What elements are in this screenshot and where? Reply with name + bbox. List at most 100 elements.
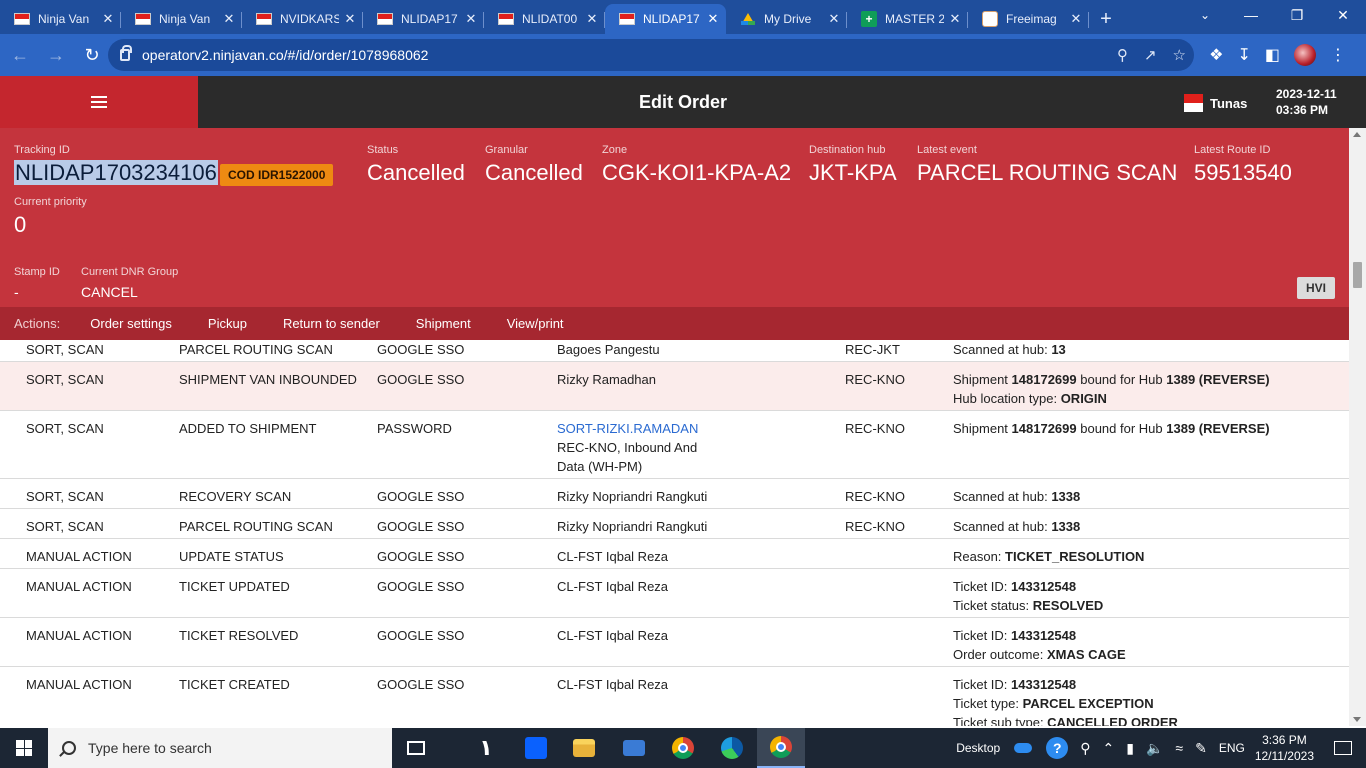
browser-tab[interactable]: NLIDAP17 ✕ bbox=[363, 4, 484, 34]
event-description-line: Hub location type: ORIGIN bbox=[953, 389, 1270, 408]
tab-close-icon[interactable]: ✕ bbox=[827, 11, 841, 27]
zoom-icon[interactable]: ⚲ bbox=[1117, 46, 1128, 64]
browser-tab[interactable]: Freeimag ✕ bbox=[968, 4, 1089, 34]
action-shipment[interactable]: Shipment bbox=[416, 316, 471, 331]
tab-title[interactable]: Freeimag bbox=[1006, 12, 1065, 26]
taskbar-app-chrome[interactable] bbox=[659, 728, 707, 768]
scrollbar-thumb[interactable] bbox=[1353, 262, 1362, 288]
tab-title[interactable]: NLIDAP17 bbox=[401, 12, 460, 26]
taskbar-search-placeholder[interactable]: Type here to search bbox=[88, 740, 212, 756]
tab-close-icon[interactable]: ✕ bbox=[101, 11, 115, 27]
share-icon[interactable]: ↗ bbox=[1144, 46, 1157, 64]
browser-tab[interactable]: + MASTER 2 ✕ bbox=[847, 4, 968, 34]
tray-chevron-up-icon[interactable]: ⌃ bbox=[1103, 740, 1115, 757]
language-indicator[interactable]: ENG bbox=[1219, 741, 1245, 755]
tab-close-icon[interactable]: ✕ bbox=[222, 11, 236, 27]
taskbar-date[interactable]: 12/11/2023 bbox=[1255, 748, 1314, 764]
zone-field: Zone CGK-KOI1-KPA-A2 bbox=[602, 144, 791, 186]
scroll-up-arrow-icon[interactable] bbox=[1353, 132, 1361, 137]
tab-close-icon[interactable]: ✕ bbox=[706, 11, 720, 27]
tab-title[interactable]: NVIDKARS bbox=[280, 12, 339, 26]
desktop-toolbar-label[interactable]: Desktop bbox=[956, 741, 1000, 755]
minimize-icon[interactable]: — bbox=[1228, 0, 1274, 30]
taskbar-clock[interactable]: 3:36 PM 12/11/2023 bbox=[1255, 732, 1314, 764]
tab-title[interactable]: NLIDAT00 bbox=[522, 12, 581, 26]
close-window-icon[interactable]: ✕ bbox=[1320, 0, 1366, 30]
tab-close-icon[interactable]: ✕ bbox=[343, 11, 357, 27]
task-view-button[interactable] bbox=[392, 728, 440, 768]
back-arrow-icon[interactable]: ← bbox=[4, 39, 36, 71]
folder-icon[interactable] bbox=[573, 739, 595, 757]
extensions-puzzle-icon[interactable]: ❖ bbox=[1209, 45, 1223, 65]
chrome-icon[interactable] bbox=[672, 737, 694, 759]
tab-title[interactable]: Ninja Van bbox=[38, 12, 97, 26]
taskbar-app-mail[interactable] bbox=[610, 728, 658, 768]
action-order-settings[interactable]: Order settings bbox=[90, 316, 172, 331]
url-text[interactable]: operatorv2.ninjavan.co/#/id/order/107896… bbox=[142, 47, 428, 63]
new-tab-button[interactable]: + bbox=[1089, 4, 1123, 34]
bolt-app-icon[interactable]: ١ bbox=[479, 735, 492, 761]
taskbar-app-edge[interactable] bbox=[708, 728, 756, 768]
tab-title[interactable]: Ninja Van bbox=[159, 12, 218, 26]
tab-close-icon[interactable]: ✕ bbox=[948, 11, 962, 27]
lock-icon[interactable] bbox=[120, 45, 132, 61]
side-panel-icon[interactable]: ◧ bbox=[1265, 45, 1280, 65]
hvi-button[interactable]: HVI bbox=[1297, 277, 1335, 299]
taskbar-app-dropbox[interactable] bbox=[512, 728, 560, 768]
windows-logo-icon[interactable] bbox=[16, 740, 32, 756]
scroll-down-arrow-icon[interactable] bbox=[1353, 717, 1361, 722]
country-name[interactable]: Tunas bbox=[1210, 96, 1247, 111]
chrome-profile-icon[interactable] bbox=[770, 736, 792, 758]
bookmark-star-icon[interactable]: ☆ bbox=[1173, 46, 1186, 64]
tab-close-icon[interactable]: ✕ bbox=[1069, 11, 1083, 27]
download-icon[interactable]: ↧ bbox=[1237, 45, 1250, 65]
help-icon[interactable]: ? bbox=[1046, 737, 1069, 759]
taskbar-search-box[interactable]: Type here to search bbox=[48, 728, 392, 768]
dnr-group-field: Current DNR Group CANCEL bbox=[81, 266, 178, 300]
start-button[interactable] bbox=[0, 728, 48, 768]
kebab-menu-icon[interactable]: ⋮ bbox=[1330, 45, 1346, 65]
task-view-icon[interactable] bbox=[407, 741, 425, 755]
battery-icon[interactable]: ▮ bbox=[1126, 740, 1134, 757]
tracking-id-value[interactable]: NLIDAP1703234106 bbox=[14, 160, 218, 185]
edge-icon[interactable] bbox=[721, 737, 743, 759]
mail-icon[interactable] bbox=[623, 740, 645, 756]
browser-tab[interactable]: NLIDAP17 ✕ bbox=[605, 4, 726, 34]
reload-icon[interactable]: ↻ bbox=[76, 39, 108, 71]
taskbar-time[interactable]: 3:36 PM bbox=[1255, 732, 1314, 748]
address-bar[interactable]: operatorv2.ninjavan.co/#/id/order/107896… bbox=[108, 39, 1194, 71]
forward-arrow-icon[interactable]: → bbox=[40, 39, 72, 71]
notifications-icon[interactable] bbox=[1334, 741, 1352, 755]
wifi-icon[interactable]: ≈ bbox=[1175, 740, 1183, 756]
taskbar-app-bolt[interactable]: ١ bbox=[462, 728, 510, 768]
onedrive-cloud-icon[interactable] bbox=[1014, 743, 1033, 753]
browser-tab[interactable]: Ninja Van ✕ bbox=[121, 4, 242, 34]
taskbar-app-chrome-profile[interactable] bbox=[757, 728, 805, 768]
browser-tab[interactable]: NLIDAT00 ✕ bbox=[484, 4, 605, 34]
tab-search-chevron-icon[interactable]: ⌄ bbox=[1190, 4, 1220, 26]
page-scrollbar[interactable] bbox=[1349, 128, 1366, 726]
browser-tab[interactable]: NVIDKARS ✕ bbox=[242, 4, 363, 34]
profile-avatar[interactable] bbox=[1294, 44, 1316, 66]
tab-close-icon[interactable]: ✕ bbox=[464, 11, 478, 27]
browser-tab[interactable]: Ninja Van ✕ bbox=[0, 4, 121, 34]
pen-workspace-icon[interactable]: ✎ bbox=[1195, 740, 1207, 757]
latest-route-label: Latest Route ID bbox=[1194, 144, 1271, 156]
browser-tab[interactable]: My Drive ✕ bbox=[726, 4, 847, 34]
tab-close-icon[interactable]: ✕ bbox=[585, 11, 599, 27]
restore-icon[interactable]: ❐ bbox=[1274, 0, 1320, 30]
latest-route-value[interactable]: 59513540 bbox=[1194, 160, 1292, 186]
dropbox-icon[interactable] bbox=[525, 737, 547, 759]
people-icon[interactable]: ⚲ bbox=[1080, 740, 1090, 757]
country-selector[interactable]: Tunas bbox=[1184, 94, 1247, 112]
action-view-print[interactable]: View/print bbox=[507, 316, 564, 331]
tab-title[interactable]: My Drive bbox=[764, 12, 823, 26]
taskbar-app-file-explorer[interactable] bbox=[560, 728, 608, 768]
tab-title[interactable]: MASTER 2 bbox=[885, 12, 944, 26]
event-user-line[interactable]: SORT-RIZKI.RAMADAN bbox=[557, 419, 717, 438]
tab-title[interactable]: NLIDAP17 bbox=[643, 12, 702, 26]
volume-icon[interactable]: 🔈 bbox=[1146, 740, 1163, 757]
action-pickup[interactable]: Pickup bbox=[208, 316, 247, 331]
action-return-to-sender[interactable]: Return to sender bbox=[283, 316, 380, 331]
current-priority-field: Current priority 0 bbox=[14, 196, 87, 238]
